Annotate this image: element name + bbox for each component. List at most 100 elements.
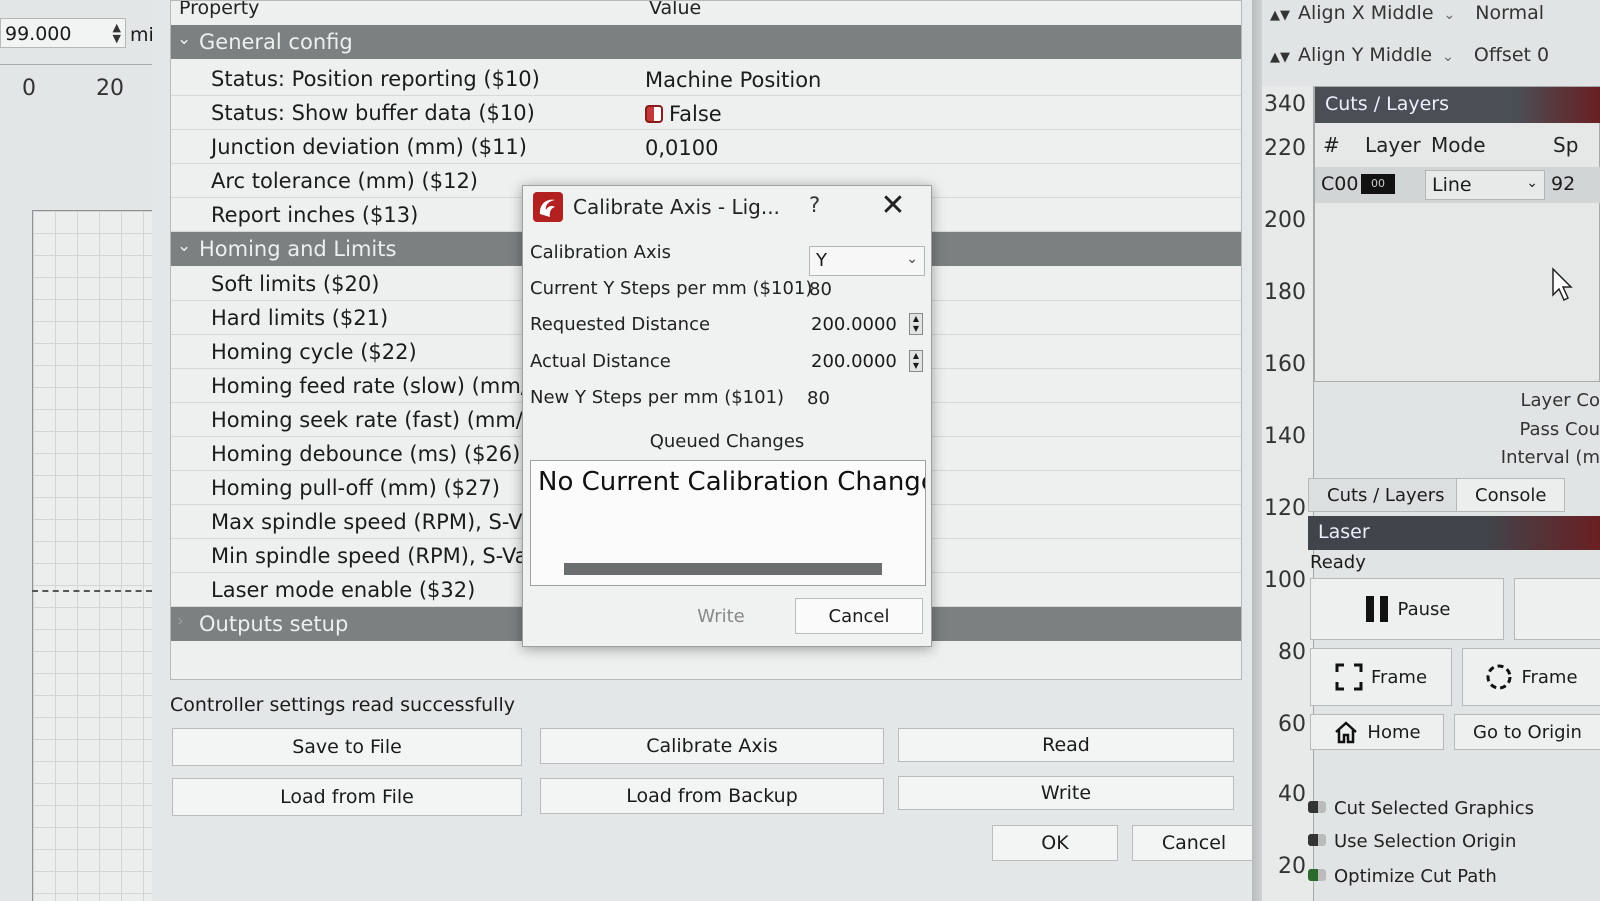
- workspace-boundary-line: [32, 590, 152, 592]
- queued-changes-list[interactable]: No Current Calibration Change: [530, 460, 926, 586]
- group-general-config[interactable]: ⌄ General config: [171, 25, 1241, 59]
- calibrate-axis-button[interactable]: Calibrate Axis: [540, 728, 884, 764]
- property-name: Min spindle speed (RPM), S-Valu: [211, 544, 547, 568]
- align-y-row[interactable]: ▲▼ Align Y Middle ⌄ Offset 0: [1270, 44, 1549, 66]
- pause-button[interactable]: Pause: [1310, 578, 1504, 640]
- horizontal-scrollbar[interactable]: [564, 563, 882, 575]
- toggle-checkbox-icon[interactable]: [1308, 834, 1326, 846]
- write-button[interactable]: Write: [898, 776, 1234, 810]
- frame-rect-icon: [1335, 663, 1363, 691]
- align-x-select[interactable]: Align X Middle: [1298, 2, 1434, 24]
- tab-console[interactable]: Console: [1456, 478, 1566, 512]
- column-header-value: Value: [649, 0, 702, 19]
- chevron-down-icon[interactable]: ⌄: [177, 29, 191, 49]
- stop-button[interactable]: [1514, 578, 1600, 640]
- chevron-down-icon[interactable]: ⌄: [1444, 7, 1456, 23]
- updown-arrows-icon[interactable]: ▲▼: [1270, 8, 1290, 23]
- optimize-cut-path-option[interactable]: Optimize Cut Path: [1308, 866, 1497, 901]
- updown-arrows-icon[interactable]: ▲▼: [1270, 50, 1290, 65]
- home-icon: [1335, 721, 1358, 744]
- table-row[interactable]: Status: Position reporting ($10) Machine…: [171, 62, 1241, 96]
- chevron-down-icon[interactable]: ⌄: [906, 251, 918, 267]
- ruler-tick: 20: [1278, 854, 1306, 879]
- frame-circle-button[interactable]: Frame: [1462, 648, 1600, 706]
- panel-shadow: [1252, 0, 1262, 901]
- cancel-button[interactable]: Cancel: [1132, 825, 1256, 861]
- column-header-layer: Layer: [1365, 133, 1421, 157]
- help-icon[interactable]: ?: [809, 193, 820, 217]
- laser-status: Ready: [1310, 552, 1366, 573]
- position-spinbox[interactable]: 99.000 ▲ ▼: [0, 18, 126, 48]
- pause-icon: [1365, 596, 1388, 622]
- spin-arrows-icon[interactable]: ▲ ▼: [113, 22, 121, 44]
- ok-button[interactable]: OK: [992, 825, 1118, 861]
- group-label: Outputs setup: [199, 612, 349, 636]
- side-tabs: Cuts / Layers Console: [1308, 478, 1600, 512]
- cut-selected-label: Cut Selected Graphics: [1334, 798, 1534, 819]
- tab-cuts-layers[interactable]: Cuts / Layers: [1308, 478, 1464, 512]
- canvas-grid[interactable]: [32, 210, 152, 901]
- table-row[interactable]: Junction deviation (mm) ($11) 0,0100: [171, 130, 1241, 164]
- read-button[interactable]: Read: [898, 728, 1234, 762]
- ruler-tick: 60: [1278, 712, 1306, 737]
- offset-field[interactable]: Offset 0: [1474, 44, 1549, 66]
- position-spinbox-value: 99.000: [5, 23, 72, 45]
- column-header-speed: Sp: [1553, 133, 1579, 157]
- load-from-backup-button[interactable]: Load from Backup: [540, 778, 884, 814]
- cut-selected-graphics-option[interactable]: Cut Selected Graphics: [1308, 798, 1534, 819]
- toggle-checkbox-icon[interactable]: [1308, 869, 1326, 881]
- property-name: Soft limits ($20): [211, 272, 380, 296]
- position-unit: mi: [130, 24, 154, 46]
- ruler-tick: 340: [1264, 92, 1306, 117]
- close-icon[interactable]: ✕: [875, 188, 911, 223]
- current-steps-value: 80: [809, 279, 832, 300]
- spin-arrows-icon[interactable]: ▲ ▼: [909, 350, 923, 372]
- blend-mode-select[interactable]: Normal: [1475, 2, 1544, 24]
- ruler-tick: 200: [1264, 208, 1306, 233]
- laser-panel-title: Laser: [1308, 516, 1600, 550]
- property-value[interactable]: Machine Position: [645, 68, 821, 92]
- layer-speed[interactable]: 92: [1551, 173, 1575, 195]
- ruler-tick: 40: [1278, 782, 1306, 807]
- property-name: Homing debounce (ms) ($26): [211, 442, 521, 466]
- property-name: Homing cycle ($22): [211, 340, 417, 364]
- layer-row[interactable]: C00 00 Line ⌄ 92: [1315, 167, 1600, 203]
- ruler-tick: 140: [1264, 424, 1306, 449]
- spin-arrows-icon[interactable]: ▲ ▼: [909, 313, 923, 335]
- cuts-layers-panel: Cuts / Layers # Layer Mode Sp C00 00 Lin…: [1314, 86, 1600, 382]
- save-to-file-button[interactable]: Save to File: [172, 728, 522, 766]
- requested-distance-input[interactable]: 200.0000 ▲ ▼: [809, 310, 925, 340]
- load-from-file-button[interactable]: Load from File: [172, 778, 522, 816]
- home-button[interactable]: Home: [1310, 714, 1444, 750]
- toggle-checkbox-icon[interactable]: [645, 105, 663, 123]
- ruler-tick: 180: [1264, 280, 1306, 305]
- group-label: Homing and Limits: [199, 237, 397, 261]
- dialog-write-button[interactable]: Write: [663, 598, 779, 634]
- toggle-checkbox-icon[interactable]: [1308, 801, 1326, 813]
- layer-mode-value: Line: [1432, 174, 1472, 196]
- chevron-down-icon[interactable]: ⌄: [177, 236, 191, 256]
- align-x-row[interactable]: ▲▼ Align X Middle ⌄ Normal: [1270, 2, 1544, 24]
- chevron-right-icon[interactable]: ›: [177, 611, 184, 631]
- frame-button[interactable]: Frame: [1310, 648, 1452, 706]
- chevron-down-icon[interactable]: ⌄: [1526, 175, 1538, 191]
- property-value-text: False: [669, 102, 722, 126]
- dialog-titlebar[interactable]: Calibrate Axis - Lig... ? ✕: [523, 186, 931, 230]
- use-selection-origin-option[interactable]: Use Selection Origin: [1308, 831, 1516, 852]
- table-row[interactable]: Status: Show buffer data ($10) False: [171, 96, 1241, 130]
- property-name: Homing pull-off (mm) ($27): [211, 476, 500, 500]
- actual-distance-input[interactable]: 200.0000 ▲ ▼: [809, 347, 925, 377]
- go-to-origin-button[interactable]: Go to Origin: [1454, 714, 1600, 750]
- use-selection-origin-label: Use Selection Origin: [1334, 831, 1517, 852]
- queued-changes-label: Queued Changes: [649, 431, 805, 452]
- chevron-down-icon[interactable]: ⌄: [1442, 49, 1454, 65]
- calibration-axis-select[interactable]: Y ⌄: [809, 246, 925, 276]
- property-name: Hard limits ($21): [211, 306, 389, 330]
- layer-color-swatch[interactable]: 00: [1361, 174, 1395, 194]
- layer-mode-select[interactable]: Line ⌄: [1425, 170, 1545, 200]
- property-value[interactable]: 0,0100: [645, 136, 718, 160]
- property-value[interactable]: False: [645, 102, 722, 126]
- right-sidebar: ▲▼ Align X Middle ⌄ Normal ▲▼ Align Y Middl…: [1262, 0, 1600, 901]
- dialog-cancel-button[interactable]: Cancel: [795, 598, 923, 634]
- align-y-select[interactable]: Align Y Middle: [1298, 44, 1432, 66]
